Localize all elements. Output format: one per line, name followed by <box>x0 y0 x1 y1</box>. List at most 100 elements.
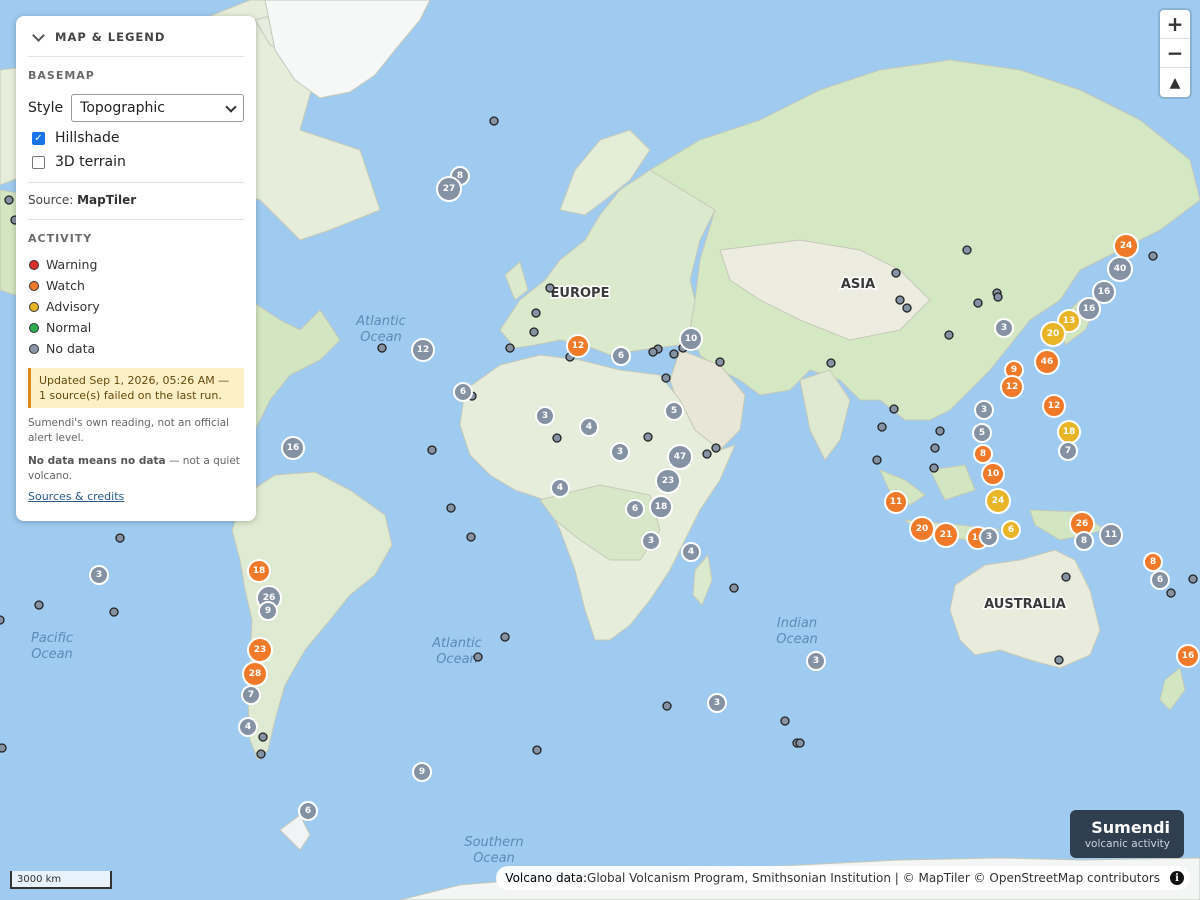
volcano-cluster[interactable]: 40 <box>1107 256 1133 282</box>
volcano-point[interactable] <box>889 404 899 414</box>
volcano-point[interactable] <box>929 463 939 473</box>
volcano-cluster[interactable]: 7 <box>241 685 261 705</box>
volcano-point[interactable] <box>489 116 499 126</box>
volcano-cluster[interactable]: 4 <box>550 478 570 498</box>
volcano-point[interactable] <box>109 607 119 617</box>
volcano-point[interactable] <box>532 745 542 755</box>
volcano-cluster[interactable]: 12 <box>411 338 435 362</box>
volcano-cluster[interactable]: 9 <box>412 762 432 782</box>
volcano-cluster[interactable]: 18 <box>1057 420 1081 444</box>
volcano-point[interactable] <box>115 533 125 543</box>
volcano-cluster[interactable]: 12 <box>1042 394 1066 418</box>
volcano-point[interactable] <box>661 373 671 383</box>
zoom-out-button[interactable]: − <box>1160 39 1190 68</box>
volcano-point[interactable] <box>531 308 541 318</box>
volcano-cluster[interactable]: 18 <box>247 559 271 583</box>
volcano-cluster[interactable]: 28 <box>242 661 268 687</box>
compass-reset-button[interactable]: ▲ <box>1160 68 1190 97</box>
volcano-cluster[interactable]: 4 <box>681 542 701 562</box>
volcano-point[interactable] <box>466 532 476 542</box>
volcano-point[interactable] <box>34 600 44 610</box>
volcano-cluster[interactable]: 20 <box>1040 321 1066 347</box>
volcano-cluster[interactable]: 3 <box>806 651 826 671</box>
volcano-cluster[interactable]: 3 <box>610 442 630 462</box>
volcano-point[interactable] <box>1054 655 1064 665</box>
volcano-cluster[interactable]: 3 <box>994 318 1014 338</box>
volcano-point[interactable] <box>962 245 972 255</box>
volcano-point[interactable] <box>377 343 387 353</box>
volcano-point[interactable] <box>427 445 437 455</box>
volcano-cluster[interactable]: 5 <box>972 423 992 443</box>
volcano-cluster[interactable]: 3 <box>89 565 109 585</box>
panel-header[interactable]: MAP & LEGEND <box>28 28 244 57</box>
terrain-checkbox[interactable] <box>32 155 45 169</box>
volcano-point[interactable] <box>662 701 672 711</box>
volcano-cluster[interactable]: 16 <box>281 436 305 460</box>
volcano-cluster[interactable]: 3 <box>641 531 661 551</box>
volcano-point[interactable] <box>780 716 790 726</box>
volcano-cluster[interactable]: 10 <box>679 327 703 351</box>
volcano-cluster[interactable]: 5 <box>664 401 684 421</box>
zoom-in-button[interactable]: + <box>1160 10 1190 39</box>
volcano-point[interactable] <box>930 443 940 453</box>
volcano-cluster[interactable]: 3 <box>535 406 555 426</box>
volcano-point[interactable] <box>0 615 5 625</box>
volcano-cluster[interactable]: 10 <box>981 462 1005 486</box>
volcano-point[interactable] <box>944 330 954 340</box>
volcano-cluster[interactable]: 7 <box>1058 441 1078 461</box>
volcano-cluster[interactable]: 16 <box>1077 297 1101 321</box>
volcano-cluster[interactable]: 46 <box>1034 349 1060 375</box>
volcano-cluster[interactable]: 4 <box>238 717 258 737</box>
volcano-point[interactable] <box>4 195 14 205</box>
volcano-point[interactable] <box>729 583 739 593</box>
volcano-cluster[interactable]: 8 <box>1074 531 1094 551</box>
volcano-point[interactable] <box>1061 572 1071 582</box>
volcano-point[interactable] <box>872 455 882 465</box>
volcano-point[interactable] <box>1188 574 1198 584</box>
volcano-cluster[interactable]: 27 <box>436 176 462 202</box>
volcano-point[interactable] <box>669 349 679 359</box>
volcano-point[interactable] <box>643 432 653 442</box>
volcano-point[interactable] <box>902 303 912 313</box>
volcano-point[interactable] <box>258 732 268 742</box>
volcano-point[interactable] <box>1148 251 1158 261</box>
volcano-cluster[interactable]: 6 <box>625 499 645 519</box>
volcano-point[interactable] <box>877 422 887 432</box>
volcano-point[interactable] <box>895 295 905 305</box>
volcano-point[interactable] <box>993 292 1003 302</box>
volcano-point[interactable] <box>505 343 515 353</box>
volcano-cluster[interactable]: 23 <box>247 637 273 663</box>
volcano-cluster[interactable]: 47 <box>667 444 693 470</box>
volcano-cluster[interactable]: 6 <box>611 346 631 366</box>
volcano-cluster[interactable]: 6 <box>298 801 318 821</box>
volcano-cluster[interactable]: 12 <box>566 334 590 358</box>
volcano-cluster[interactable]: 20 <box>909 516 935 542</box>
volcano-cluster[interactable]: 11 <box>1099 523 1123 547</box>
volcano-point[interactable] <box>648 347 658 357</box>
volcano-cluster[interactable]: 6 <box>453 382 473 402</box>
volcano-point[interactable] <box>446 503 456 513</box>
volcano-point[interactable] <box>256 749 266 759</box>
volcano-cluster[interactable]: 3 <box>974 400 994 420</box>
volcano-point[interactable] <box>702 449 712 459</box>
volcano-cluster[interactable]: 6 <box>1150 570 1170 590</box>
chevron-down-icon[interactable] <box>32 28 45 42</box>
attribution-text[interactable]: Global Volcanism Program, Smithsonian In… <box>587 871 1160 885</box>
volcano-point[interactable] <box>711 443 721 453</box>
volcano-cluster[interactable]: 11 <box>884 490 908 514</box>
volcano-cluster[interactable]: 16 <box>1176 644 1200 668</box>
volcano-cluster[interactable]: 24 <box>985 488 1011 514</box>
volcano-cluster[interactable]: 3 <box>979 527 999 547</box>
volcano-cluster[interactable]: 23 <box>655 468 681 494</box>
volcano-cluster[interactable]: 4 <box>579 417 599 437</box>
sources-credits-link[interactable]: Sources & credits <box>28 490 244 503</box>
volcano-point[interactable] <box>973 298 983 308</box>
volcano-cluster[interactable]: 21 <box>933 522 959 548</box>
volcano-point[interactable] <box>552 433 562 443</box>
volcano-point[interactable] <box>715 357 725 367</box>
volcano-cluster[interactable]: 6 <box>1001 520 1021 540</box>
volcano-cluster[interactable]: 3 <box>707 693 727 713</box>
volcano-point[interactable] <box>473 652 483 662</box>
info-icon[interactable]: i <box>1170 871 1184 885</box>
hillshade-row[interactable]: ✓ Hillshade <box>32 130 244 146</box>
